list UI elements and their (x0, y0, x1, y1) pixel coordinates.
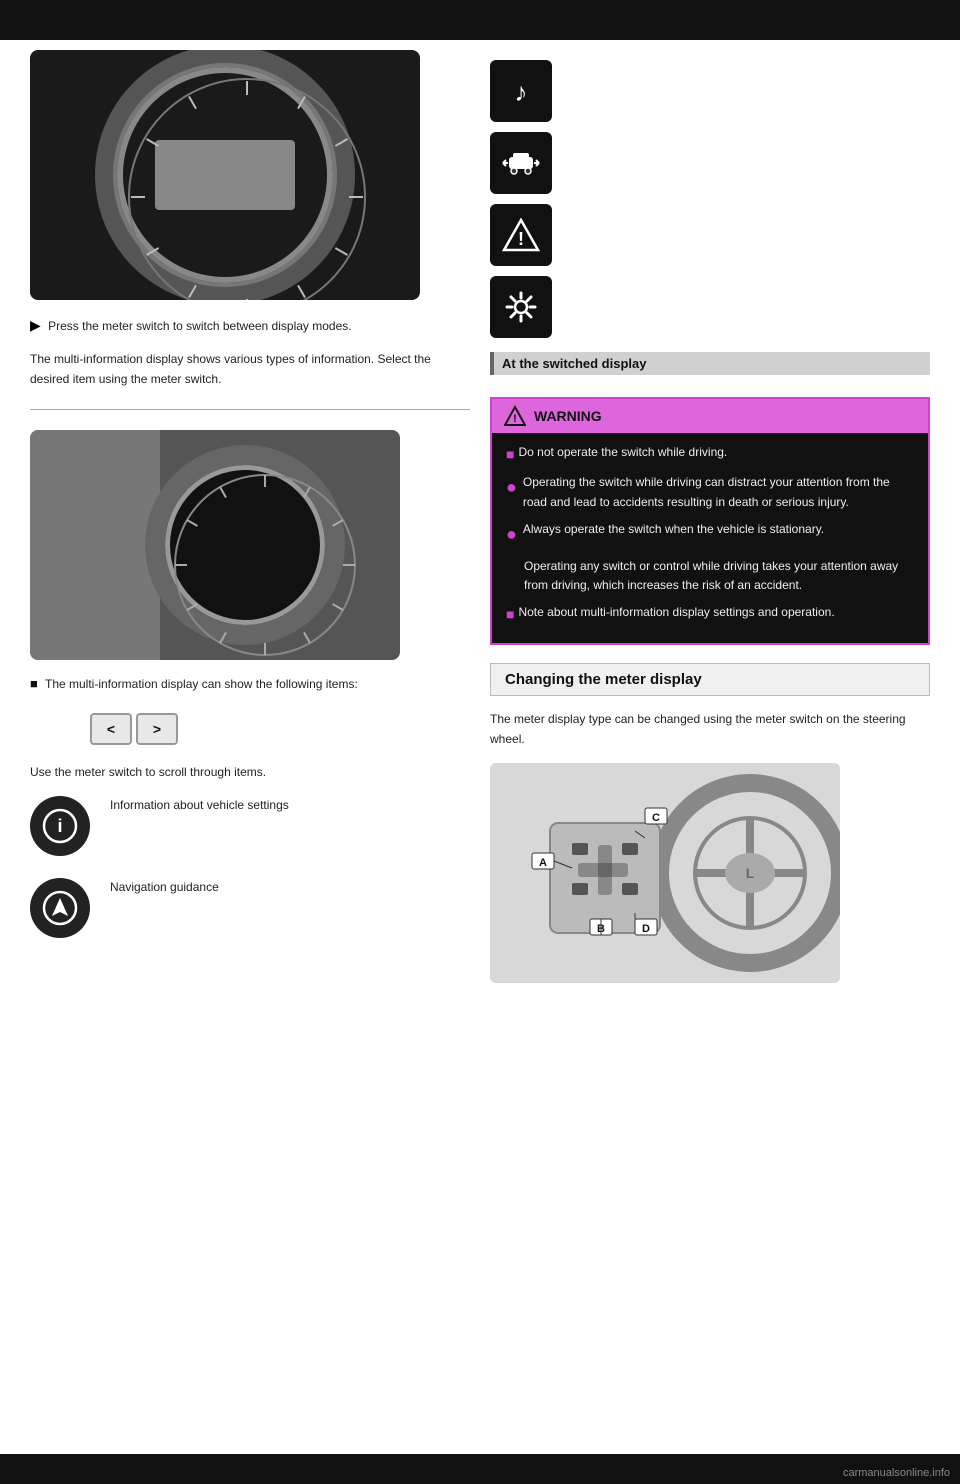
highlight-bar: At the switched display (490, 352, 930, 375)
warning-header: ! WARNING (492, 399, 928, 433)
svg-text:i: i (57, 816, 62, 836)
warning-line-3: ● Always operate the switch when the veh… (506, 520, 914, 549)
warning-rd-bullet-2: ● (506, 520, 517, 549)
gauge-ring-2 (145, 445, 345, 645)
gauge-image-2 (30, 430, 400, 660)
icon-list: ♪ (490, 60, 930, 338)
left-column: ▶ Press the meter switch to switch betwe… (30, 50, 470, 983)
warning-rd-bullet-1: ● (506, 473, 517, 502)
gauge1-label: ▶ Press the meter switch to switch betwe… (30, 314, 470, 336)
warning-line-2: ● Operating the switch while driving can… (506, 473, 914, 511)
svg-text:D: D (642, 923, 650, 935)
watermark: carmanualsonline.info (843, 1467, 950, 1479)
gear-icon (501, 287, 541, 327)
warning-icon-box: ! (490, 204, 552, 266)
music-icon-box: ♪ (490, 60, 552, 122)
gauge1-body: The multi-information display shows vari… (30, 350, 470, 388)
svg-text:!: ! (518, 229, 524, 249)
nav-label: Use the meter switch to scroll through i… (30, 763, 470, 782)
divider-1 (30, 409, 470, 410)
svg-text:A: A (539, 857, 547, 869)
warning-line-4: Operating any switch or control while dr… (524, 557, 914, 595)
nav-buttons-row: < > (90, 713, 470, 745)
svg-text:!: ! (513, 413, 517, 425)
section-heading: Changing the meter display (490, 663, 930, 696)
nav-icon-1 (30, 878, 90, 938)
gauge-left-panel (30, 430, 160, 660)
warning-box: ! WARNING ■ Do not operate the switch wh… (490, 397, 930, 645)
music-icon: ♪ (501, 71, 541, 111)
gauge-image-1 (30, 50, 420, 300)
info-text-2: Navigation guidance (110, 878, 219, 897)
warning-header-icon: ! (504, 405, 526, 427)
warning-line-1: ■ Do not operate the switch while drivin… (506, 443, 914, 465)
steering-image: L A B C (490, 763, 840, 983)
warning-sq-bullet-1: ■ (506, 443, 514, 465)
right-column: ♪ (490, 50, 930, 983)
car-icon-box (490, 132, 552, 194)
info-icon-1: i (30, 796, 90, 856)
warning-body: ■ Do not operate the switch while drivin… (492, 433, 928, 643)
svg-text:L: L (746, 865, 755, 881)
section-body: The meter display type can be changed us… (490, 710, 930, 748)
next-button[interactable]: > (136, 713, 178, 745)
gauge-ring-1 (95, 50, 355, 300)
prev-button[interactable]: < (90, 713, 132, 745)
steering-svg: L A B C (490, 763, 840, 983)
main-content: ▶ Press the meter switch to switch betwe… (0, 40, 960, 993)
warning-sq-bullet-2: ■ (506, 603, 514, 625)
nav-icons-row: Navigation guidance (30, 878, 470, 946)
car-icon (501, 143, 541, 183)
info-text-1: Information about vehicle settings (110, 796, 289, 815)
arrow-icon-1: ▶ (30, 314, 41, 336)
gear-icon-box (490, 276, 552, 338)
bottom-bar: carmanualsonline.info (0, 1454, 960, 1484)
square-bullet-1: ■ (30, 676, 38, 691)
svg-text:♪: ♪ (515, 77, 528, 107)
gauge2-label: ■ The multi-information display can show… (30, 674, 470, 695)
svg-text:C: C (652, 812, 660, 824)
warning-triangle-icon: ! (501, 215, 541, 255)
info-icons-row: i Information about vehicle settings (30, 796, 470, 864)
top-bar (0, 0, 960, 40)
warning-line-5: ■ Note about multi-information display s… (506, 603, 914, 625)
